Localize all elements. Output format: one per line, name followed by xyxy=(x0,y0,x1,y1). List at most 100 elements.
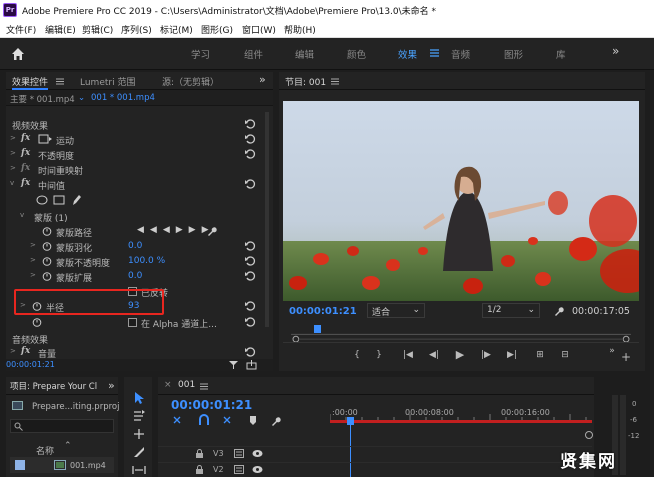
reset-icon[interactable] xyxy=(244,300,256,312)
program-playhead[interactable] xyxy=(314,325,321,333)
reset-icon[interactable] xyxy=(244,133,256,145)
reset-icon[interactable] xyxy=(244,346,256,358)
expand-icon[interactable]: > xyxy=(10,165,16,172)
menu-marker[interactable]: 标记(M) xyxy=(160,23,193,36)
close-icon[interactable]: × xyxy=(164,380,172,390)
effect-controls-timecode[interactable]: 00:00:01:21 xyxy=(6,360,55,369)
expand-icon[interactable]: > xyxy=(30,242,36,249)
reset-icon[interactable] xyxy=(244,270,256,282)
tab-sequence[interactable]: 001 xyxy=(178,380,195,390)
lock-icon[interactable] xyxy=(195,449,204,458)
timeline-playhead[interactable] xyxy=(347,417,354,425)
menu-help[interactable]: 帮助(H) xyxy=(284,23,316,36)
mark-in-button[interactable]: { xyxy=(350,348,364,362)
workspace-assembly[interactable]: 组件 xyxy=(244,47,263,61)
master-clip-label[interactable]: 主要 * 001.mp4 xyxy=(10,93,75,105)
more-controls-icon[interactable]: » xyxy=(605,344,619,358)
step-back-button[interactable]: ◀| xyxy=(427,348,441,362)
program-time-ruler[interactable] xyxy=(283,321,639,343)
reset-icon[interactable] xyxy=(244,118,256,130)
panel-overflow[interactable]: » xyxy=(108,379,115,392)
stopwatch-icon[interactable] xyxy=(42,226,52,236)
add-button-icon[interactable]: + xyxy=(619,350,633,364)
lock-icon[interactable] xyxy=(195,465,204,474)
timeline-timecode[interactable]: 00:00:01:21 xyxy=(171,398,252,412)
go-to-in-button[interactable]: |◀ xyxy=(401,348,415,362)
workspace-libraries[interactable]: 库 xyxy=(556,47,566,61)
alpha-checkbox[interactable] xyxy=(128,318,137,327)
sync-lock-icon[interactable] xyxy=(234,449,244,458)
stopwatch-icon[interactable] xyxy=(42,256,52,266)
workspace-color[interactable]: 颜色 xyxy=(347,47,366,61)
fit-dropdown[interactable]: 适合 ⌄ xyxy=(367,303,425,318)
effect-opacity[interactable]: > fx 不透明度 xyxy=(6,147,262,162)
menu-clip[interactable]: 剪辑(C) xyxy=(82,23,113,36)
project-search-input[interactable] xyxy=(10,419,114,433)
tab-project[interactable]: 项目: Prepare Your Cl xyxy=(10,380,97,392)
reset-icon[interactable] xyxy=(244,255,256,267)
expand-icon[interactable]: > xyxy=(10,135,16,142)
ellipse-mask-icon[interactable] xyxy=(36,195,48,205)
effect-volume[interactable]: > fx 音量 xyxy=(6,345,262,360)
expand-icon[interactable]: > xyxy=(10,348,16,355)
menu-graphics[interactable]: 图形(G) xyxy=(201,23,233,36)
eye-icon[interactable] xyxy=(252,449,263,458)
overwrite-button[interactable]: ⊟ xyxy=(558,348,572,362)
workspace-learn[interactable]: 学习 xyxy=(191,47,210,61)
fx-badge-icon[interactable]: fx xyxy=(21,148,30,158)
expand-icon[interactable]: > xyxy=(30,272,36,279)
eye-icon[interactable] xyxy=(252,465,263,474)
slip-tool-icon[interactable] xyxy=(132,463,146,477)
menu-window[interactable]: 窗口(W) xyxy=(242,23,276,36)
panel-menu-icon[interactable] xyxy=(56,78,64,85)
timeline-settings-icon[interactable] xyxy=(272,417,281,426)
reset-icon[interactable] xyxy=(244,316,256,328)
home-icon[interactable] xyxy=(10,46,26,62)
pen-mask-icon[interactable] xyxy=(71,194,82,206)
workspace-menu-icon[interactable] xyxy=(430,49,439,57)
sync-lock-icon[interactable] xyxy=(234,465,244,474)
step-forward-button[interactable]: |▶ xyxy=(479,348,493,362)
add-marker-icon[interactable] xyxy=(250,416,256,425)
motion-transform-icon[interactable] xyxy=(38,134,52,144)
reset-icon[interactable] xyxy=(244,178,256,190)
track-mask-controls[interactable]: ◀◀◀▶▶▶ xyxy=(137,225,215,235)
tab-lumetri-scopes[interactable]: Lumetri 范围 xyxy=(80,75,135,88)
collapse-icon[interactable]: v xyxy=(10,180,16,187)
name-column-header[interactable]: 名称 xyxy=(36,444,54,457)
expand-icon[interactable]: > xyxy=(10,150,16,157)
mask-feather-value[interactable]: 0.0 xyxy=(128,241,142,251)
panel-overflow[interactable]: » xyxy=(259,73,266,86)
stopwatch-icon[interactable] xyxy=(42,271,52,281)
track-select-tool-icon[interactable] xyxy=(132,409,146,423)
tab-program[interactable]: 节目: 001 xyxy=(285,75,326,88)
sequence-clip-label[interactable]: 001 * 001.mp4 xyxy=(91,93,155,103)
mask-1[interactable]: v 蒙版 (1) xyxy=(6,209,262,225)
fx-badge-icon[interactable]: fx xyxy=(21,133,30,143)
fx-badge-icon[interactable]: fx xyxy=(21,346,30,356)
stopwatch-icon[interactable] xyxy=(32,317,42,327)
vertical-scrollbar[interactable] xyxy=(265,112,269,327)
insert-button[interactable]: ⊞ xyxy=(533,348,547,362)
menu-file[interactable]: 文件(F) xyxy=(6,23,36,36)
panel-menu-icon[interactable] xyxy=(331,78,339,85)
reset-icon[interactable] xyxy=(244,148,256,160)
tab-source[interactable]: 源:（无剪辑） xyxy=(162,75,219,88)
nest-icon[interactable] xyxy=(173,416,181,424)
razor-tool-icon[interactable] xyxy=(132,445,146,459)
workspace-audio[interactable]: 音频 xyxy=(451,47,470,61)
resolution-dropdown[interactable]: 1/2 ⌄ xyxy=(482,303,540,318)
snap-icon[interactable] xyxy=(199,414,209,425)
tab-effect-controls[interactable]: 效果控件 xyxy=(12,75,49,90)
linked-selection-icon[interactable] xyxy=(223,416,231,424)
mask-opacity-value[interactable]: 100.0 % xyxy=(128,256,165,266)
mark-out-button[interactable]: } xyxy=(372,348,386,362)
wrench-icon[interactable] xyxy=(206,226,217,237)
filter-icon[interactable] xyxy=(228,360,239,370)
go-to-out-button[interactable]: ▶| xyxy=(505,348,519,362)
fx-badge-icon[interactable]: fx xyxy=(21,178,30,188)
export-icon[interactable] xyxy=(246,360,257,370)
panel-menu-icon[interactable] xyxy=(200,383,208,390)
menu-sequence[interactable]: 序列(S) xyxy=(121,23,152,36)
timeline-scroll-handle[interactable] xyxy=(584,430,594,440)
